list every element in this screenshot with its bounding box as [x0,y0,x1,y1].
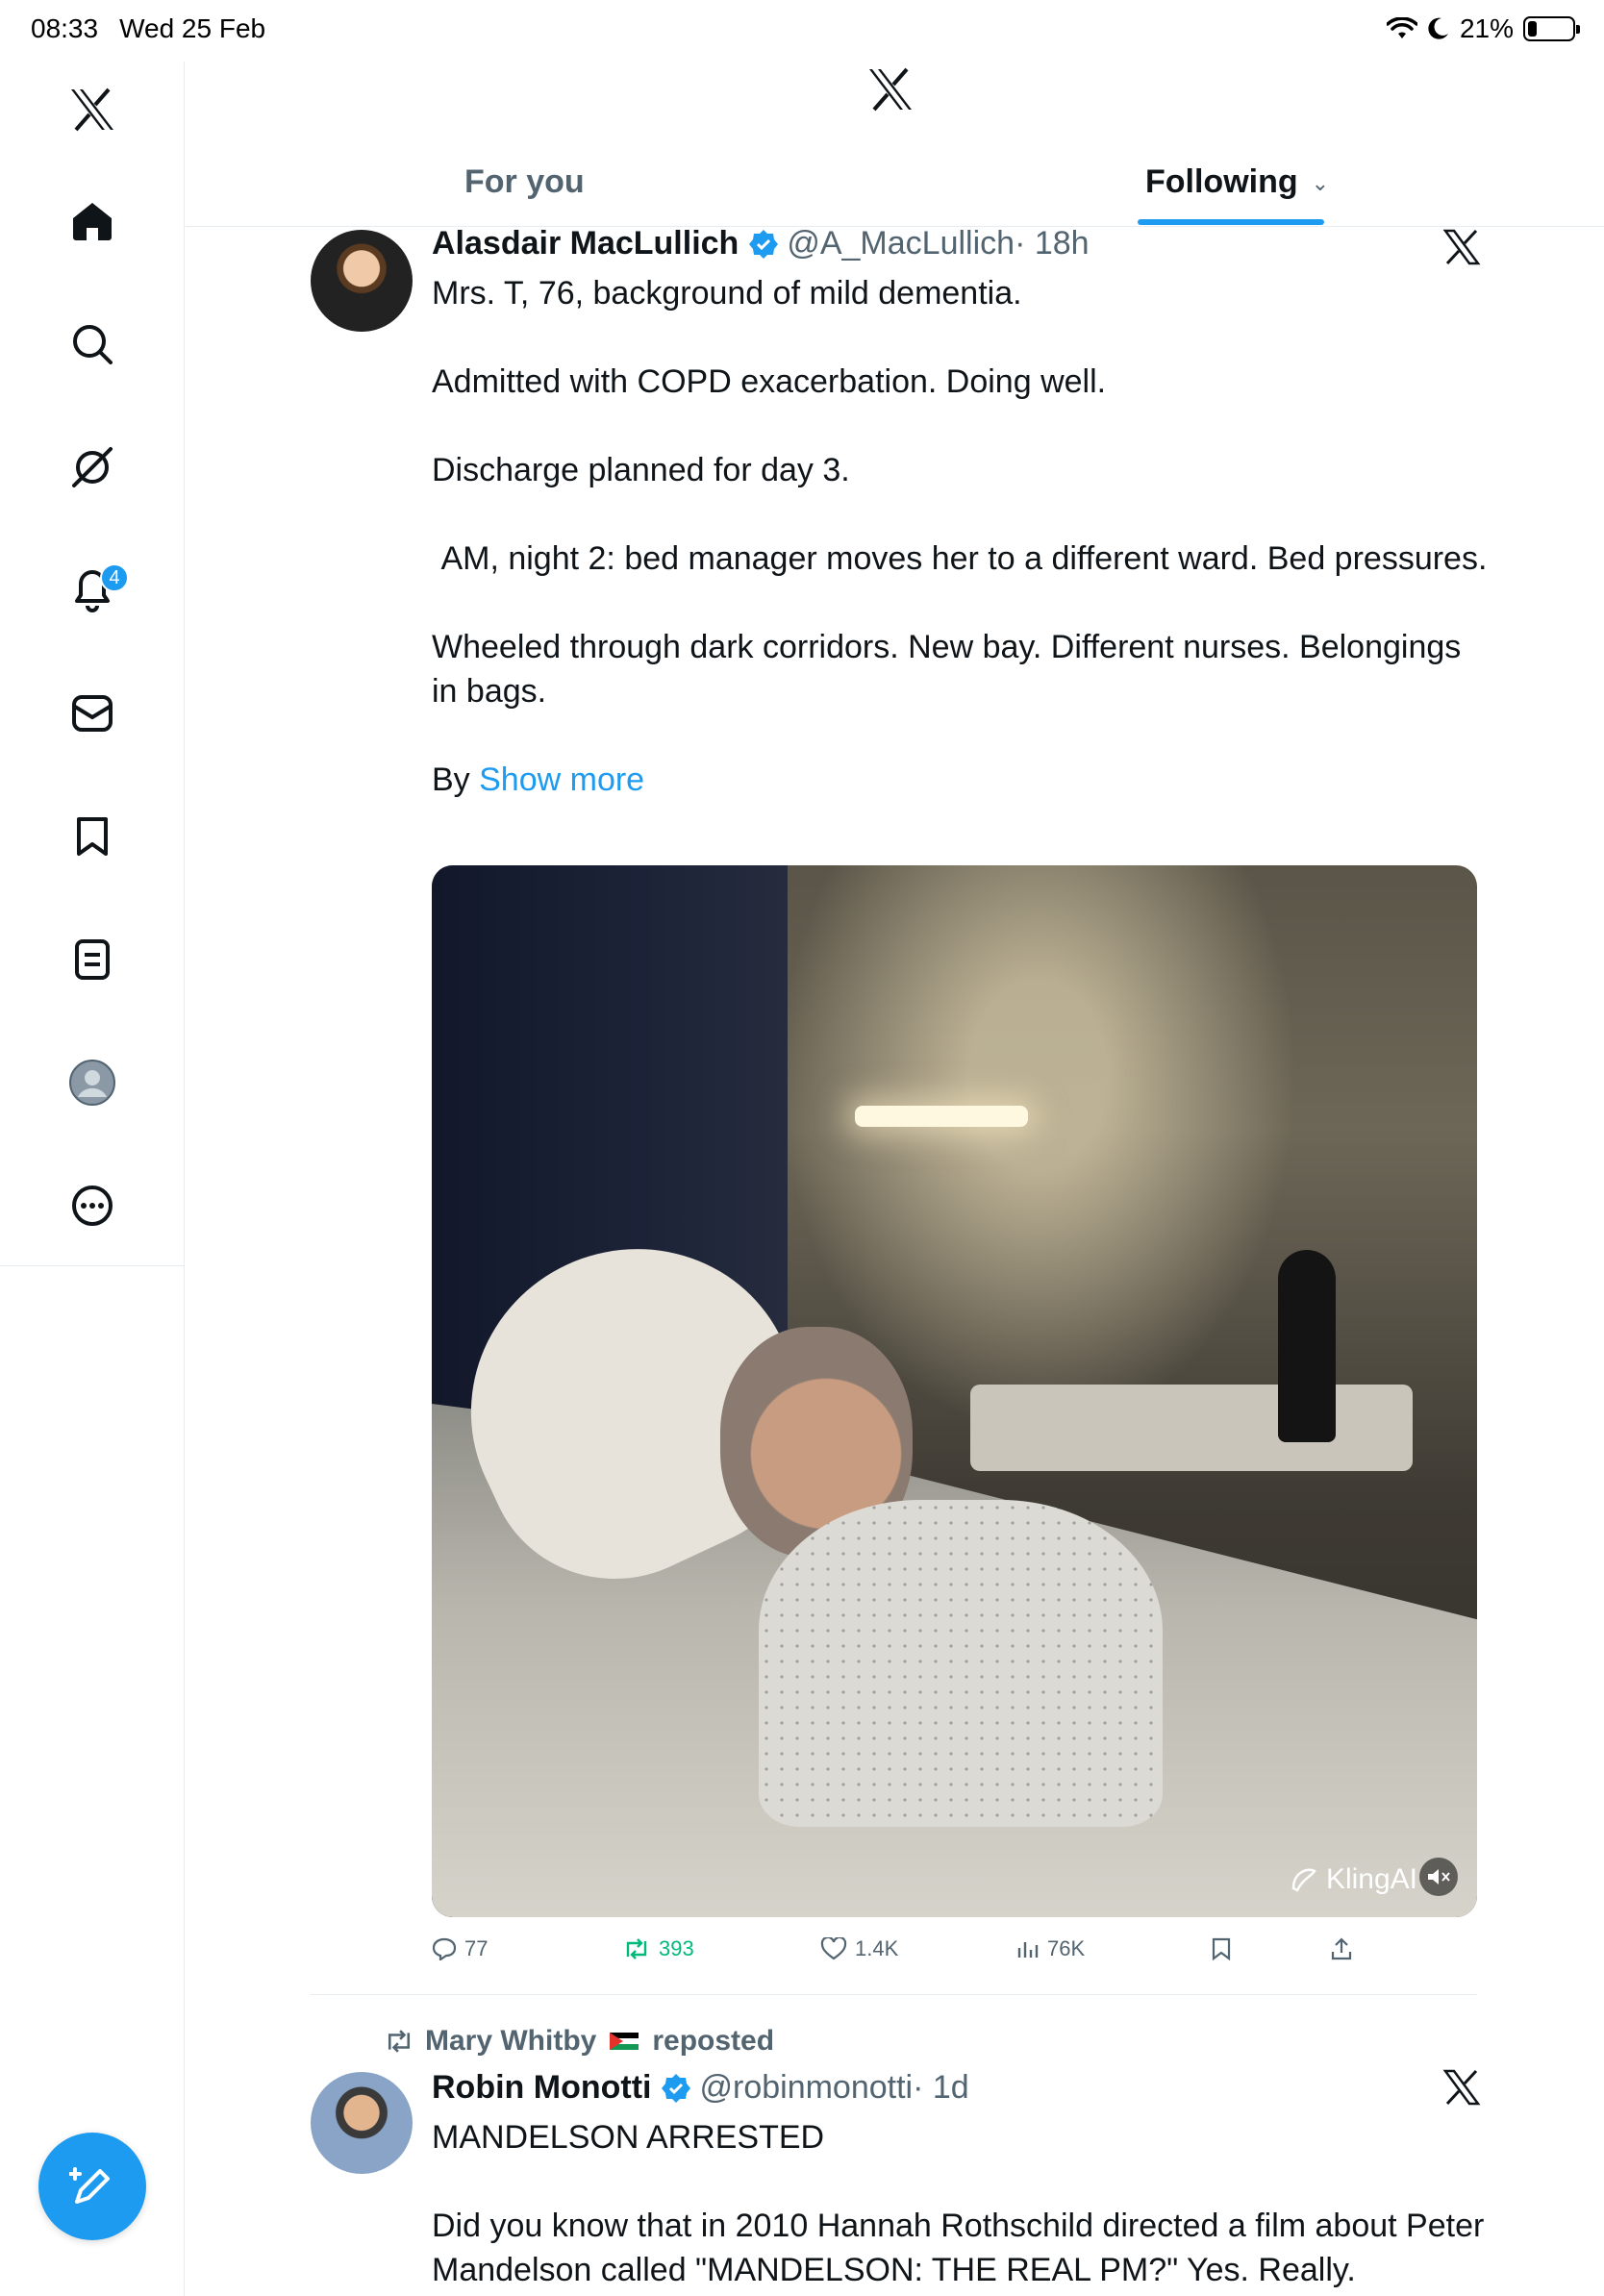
sidebar-divider [0,1265,185,1266]
grok-explain-icon[interactable] [1442,229,1481,270]
share-icon [1331,1937,1352,1960]
home-icon[interactable] [54,183,131,260]
tweet-separator [311,1994,1477,1995]
status-date: Wed 25 Feb [119,13,266,43]
tab-for-you-label: For you [464,163,585,200]
tab-for-you[interactable]: For you [464,163,585,201]
bookmarks-icon[interactable] [54,798,131,875]
like-count: 1.4K [855,1936,899,1960]
tweet-paragraph: Admitted with COPD exacerbation. Doing w… [432,363,1107,400]
profile-avatar-icon[interactable] [54,1044,131,1121]
tweet-paragraph: AM, night 2: bed manager moves her to a … [432,540,1488,577]
notifications-badge: 4 [100,563,129,592]
mute-button[interactable] [1419,1858,1458,1896]
battery-icon [1523,16,1580,41]
tab-following[interactable]: Following ⌄ [1145,163,1329,201]
author-name[interactable]: Robin Monotti [432,2069,651,2107]
repost-button[interactable]: 393 [622,1936,694,1961]
reply-button[interactable]: 77 [432,1936,488,1961]
author-handle[interactable]: @A_MacLullich [787,225,1015,262]
view-count: 76K [1047,1936,1086,1960]
author-avatar[interactable] [311,2072,413,2174]
moon-icon [1428,17,1448,39]
video-watermark: KlingAI [1288,1863,1417,1896]
tweet-header: Alasdair MacLullich @A_MacLullich · 18h [432,225,1090,262]
show-more-link[interactable]: Show more [479,761,644,798]
verified-badge-icon [748,229,779,260]
search-icon[interactable] [54,306,131,383]
palestine-flag-icon [610,2033,639,2050]
grok-icon[interactable] [54,429,131,506]
tweet-body: MANDELSON ARRESTED Did you know that in … [432,2115,1490,2292]
x-logo-icon [866,67,915,116]
status-indicators: 21% [1386,13,1580,44]
active-tab-indicator [1138,219,1324,225]
author-avatar[interactable] [311,230,413,332]
tweet-paragraph: MANDELSON ARRESTED [432,2119,825,2156]
reposted-label: reposted [652,2025,775,2057]
battery-percent: 21% [1459,13,1514,43]
chevron-down-icon[interactable]: ⌄ [1312,171,1329,196]
author-name[interactable]: Alasdair MacLullich [432,225,739,262]
views-chart-icon [1017,1942,1039,1958]
speaker-muted-icon [1428,1869,1450,1884]
video-frame-patient-gown [759,1500,1163,1827]
video-frame-background-bed [970,1385,1413,1471]
tweet-time[interactable]: · 1d [913,2069,969,2107]
wifi-icon [1386,17,1417,38]
tweet-paragraph: Discharge planned for day 3. [432,452,850,488]
tweet-video[interactable]: KlingAI [432,865,1477,1917]
tweet-actions: 77 393 1.4K 76K [432,1936,1477,1975]
like-button[interactable]: 1.4K [820,1936,898,1961]
tweet-last-prefix: By [432,761,480,798]
compose-button[interactable] [38,2133,146,2240]
sidebar: 4 [0,62,185,2296]
tweet-time[interactable]: · 18h [1015,225,1090,262]
messages-icon[interactable] [54,675,131,752]
share-button[interactable] [1330,1936,1353,1961]
video-frame-ceiling-light [855,1106,1028,1127]
tweet-paragraph: Mrs. T, 76, background of mild dementia. [432,275,1022,312]
kling-logo-icon [1291,1868,1316,1892]
verified-badge-icon [661,2073,691,2104]
repost-icon [626,1938,647,1959]
bookmark-button[interactable] [1211,1936,1232,1961]
x-logo-icon[interactable] [54,71,131,148]
tweet-body: Mrs. T, 76, background of mild dementia.… [432,271,1490,802]
author-handle[interactable]: @robinmonotti [699,2069,913,2107]
watermark-text: KlingAI [1325,1863,1417,1895]
repost-context[interactable]: Mary Whitby reposted [383,2025,774,2058]
more-icon[interactable] [54,1167,131,1244]
status-bar: 08:33 Wed 25 Feb 21% [0,0,1604,62]
repost-count: 393 [659,1936,694,1960]
notifications-icon[interactable]: 4 [54,552,131,629]
tweet-last-line: By Show more [432,758,1490,802]
video-frame-nurse [1278,1250,1336,1442]
reply-count: 77 [464,1936,489,1960]
tab-following-label: Following [1145,163,1298,200]
bookmark-icon [1212,1937,1231,1961]
tweet-header: Robin Monotti @robinmonotti · 1d [432,2069,969,2107]
grok-explain-icon[interactable] [1442,2069,1481,2110]
reposter-name[interactable]: Mary Whitby [425,2025,596,2058]
tweet-paragraph: Did you know that in 2010 Hannah Rothsch… [432,2208,1485,2288]
status-time-date: 08:33 Wed 25 Feb [31,13,287,44]
reply-icon [432,1937,457,1960]
tweet-paragraph: Wheeled through dark corridors. New bay.… [432,629,1462,710]
status-time: 08:33 [31,13,99,43]
views-button[interactable]: 76K [1016,1936,1085,1961]
compose-feather-icon [69,2167,110,2204]
lists-icon[interactable] [54,921,131,998]
heart-icon [820,1937,847,1960]
repost-icon [388,2030,411,2053]
timeline-header: For you Following ⌄ [186,62,1604,227]
